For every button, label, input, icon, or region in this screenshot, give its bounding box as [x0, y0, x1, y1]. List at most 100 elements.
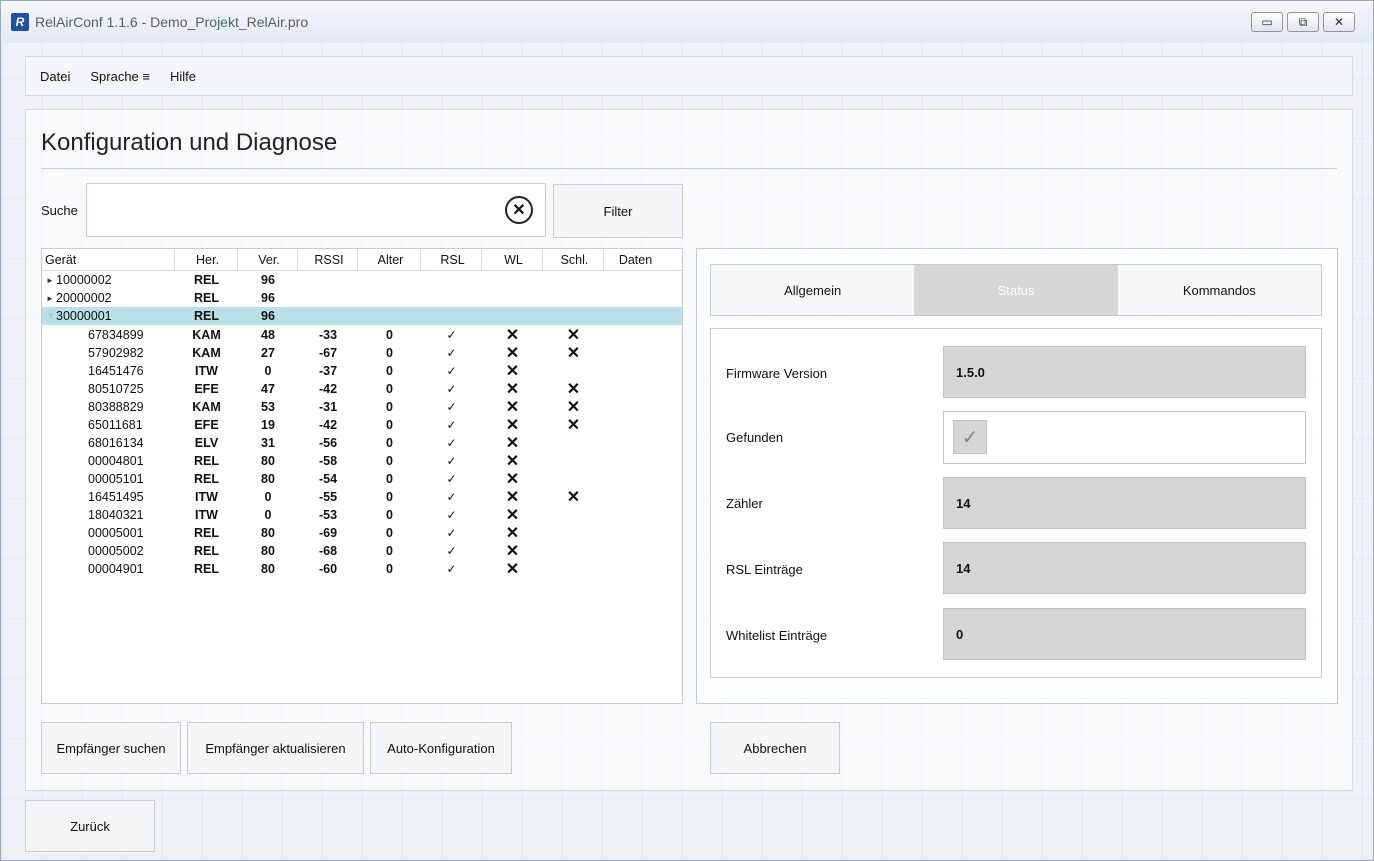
- device-id-cell: 00004901: [88, 562, 144, 576]
- device-id-cell: 00005001: [88, 526, 144, 540]
- search-input[interactable]: [86, 183, 546, 237]
- device-id-cell: 65011681: [88, 418, 143, 432]
- column-header[interactable]: Gerät: [42, 249, 175, 270]
- wl-cross-icon: ✕: [505, 525, 520, 542]
- wl-cross-icon: ✕: [505, 345, 520, 362]
- age-cell: 0: [386, 346, 393, 360]
- tree-row[interactable]: 68016134 ELV 31 -56 0 ✓ ✕: [42, 433, 682, 452]
- tree-row[interactable]: 80388829 KAM 53 -31 0 ✓ ✕ ✕: [42, 397, 682, 416]
- filter-button[interactable]: Filter: [553, 184, 683, 238]
- tab-commands[interactable]: Kommandos: [1118, 265, 1321, 315]
- minimize-button[interactable]: ▭: [1251, 12, 1283, 32]
- column-header[interactable]: Schl.: [543, 249, 604, 270]
- rsl-check-icon: ✓: [446, 346, 457, 360]
- menu-file[interactable]: Datei: [40, 69, 70, 84]
- back-button[interactable]: Zurück: [25, 800, 155, 852]
- tree-row[interactable]: ▼ 30000001 REL 96: [42, 307, 682, 325]
- wl-cross-icon: ✕: [505, 417, 520, 434]
- column-header[interactable]: Daten: [604, 249, 664, 270]
- column-header[interactable]: WL: [482, 249, 543, 270]
- version-cell: 53: [261, 400, 275, 414]
- update-receivers-button[interactable]: Empfänger aktualisieren: [187, 722, 364, 774]
- manufacturer-cell: ITW: [195, 364, 218, 378]
- version-cell: 31: [261, 436, 275, 450]
- schl-cross-icon: ✕: [566, 327, 581, 344]
- menu-help[interactable]: Hilfe: [170, 69, 196, 84]
- column-header[interactable]: Ver.: [238, 249, 298, 270]
- expand-right-icon[interactable]: ►: [46, 276, 56, 285]
- whitelist-entries-value: 0: [943, 608, 1306, 660]
- tree-row[interactable]: ► 10000002 REL 96: [42, 271, 682, 289]
- device-id-cell: ► 10000002: [42, 273, 175, 287]
- device-id-cell: ▼ 30000001: [42, 309, 175, 323]
- maximize-button[interactable]: ⧉: [1287, 12, 1319, 32]
- device-id-cell: 00004801: [88, 454, 144, 468]
- device-id-cell: 18040321: [88, 508, 144, 522]
- schl-cross-icon: ✕: [566, 381, 581, 398]
- tab-status[interactable]: Status: [914, 265, 1118, 315]
- tab-general[interactable]: Allgemein: [711, 265, 914, 315]
- expand-down-icon[interactable]: ▼: [46, 311, 56, 322]
- wl-cross-icon: ✕: [505, 381, 520, 398]
- age-cell: 0: [386, 382, 393, 396]
- version-cell: 0: [264, 490, 272, 504]
- tree-row[interactable]: 57902982 KAM 27 -67 0 ✓ ✕ ✕: [42, 343, 682, 362]
- device-id-cell: 16451495: [88, 490, 144, 504]
- age-cell: 0: [386, 418, 393, 432]
- age-cell: 0: [386, 436, 393, 450]
- tree-row[interactable]: ► 20000002 REL 96: [42, 289, 682, 307]
- column-header[interactable]: Alter: [358, 249, 421, 270]
- schl-cross-icon: ✕: [566, 345, 581, 362]
- firmware-label: Firmware Version: [726, 366, 828, 381]
- version-cell: 80: [261, 526, 275, 540]
- cancel-button[interactable]: Abbrechen: [710, 722, 840, 774]
- tree-row[interactable]: 16451476 ITW 0 -37 0 ✓ ✕: [42, 361, 682, 380]
- age-cell: 0: [386, 364, 393, 378]
- tree-row[interactable]: 18040321 ITW 0 -53 0 ✓ ✕: [42, 505, 682, 524]
- version-cell: 96: [261, 309, 275, 323]
- column-header[interactable]: RSSI: [298, 249, 358, 270]
- tree-row[interactable]: 65011681 EFE 19 -42 0 ✓ ✕ ✕: [42, 415, 682, 434]
- tree-row[interactable]: 00005001 REL 80 -69 0 ✓ ✕: [42, 523, 682, 542]
- rsl-check-icon: ✓: [446, 418, 457, 432]
- device-id-cell: 00005002: [88, 544, 144, 558]
- rsl-check-icon: ✓: [446, 454, 457, 468]
- tree-row[interactable]: 16451495 ITW 0 -55 0 ✓ ✕ ✕: [42, 487, 682, 506]
- wl-cross-icon: ✕: [505, 453, 520, 470]
- age-cell: 0: [386, 400, 393, 414]
- device-id-cell: 67834899: [88, 328, 144, 342]
- tree-row[interactable]: 00005101 REL 80 -54 0 ✓ ✕: [42, 469, 682, 488]
- tree-row[interactable]: 00004801 REL 80 -58 0 ✓ ✕: [42, 451, 682, 470]
- tree-row[interactable]: 00004901 REL 80 -60 0 ✓ ✕: [42, 559, 682, 578]
- rsl-check-icon: ✓: [446, 562, 457, 576]
- found-field: ✓: [943, 411, 1306, 464]
- version-cell: 19: [261, 418, 275, 432]
- tree-row[interactable]: 67834899 KAM 48 -33 0 ✓ ✕ ✕: [42, 325, 682, 344]
- close-button[interactable]: ✕: [1323, 12, 1355, 32]
- rssi-cell: -54: [318, 472, 338, 486]
- column-header[interactable]: RSL: [421, 249, 482, 270]
- auto-config-button[interactable]: Auto-Konfiguration: [370, 722, 512, 774]
- counter-label: Zähler: [726, 496, 763, 511]
- column-header[interactable]: Her.: [175, 249, 238, 270]
- wl-cross-icon: ✕: [505, 435, 520, 452]
- rssi-cell: -55: [318, 490, 338, 504]
- clear-search-icon[interactable]: ✕: [505, 196, 533, 224]
- tree-row[interactable]: 80510725 EFE 47 -42 0 ✓ ✕ ✕: [42, 379, 682, 398]
- device-tree[interactable]: Gerät Her. Ver. RSSI Alter RSL WL Schl. …: [41, 248, 683, 704]
- device-id: 10000002: [56, 273, 112, 287]
- manufacturer-cell: REL: [194, 562, 219, 576]
- rssi-cell: -33: [318, 328, 338, 342]
- tree-body: ► 10000002 REL 96 ► 20000002 REL 96 ▼ 30000001 REL…: [42, 271, 682, 578]
- age-cell: 0: [386, 472, 393, 486]
- rsl-check-icon: ✓: [446, 508, 457, 522]
- search-receivers-button[interactable]: Empfänger suchen: [41, 722, 181, 774]
- manufacturer-cell: REL: [194, 291, 219, 305]
- expand-right-icon[interactable]: ►: [46, 294, 56, 303]
- rssi-cell: -42: [318, 382, 338, 396]
- tree-row[interactable]: 00005002 REL 80 -68 0 ✓ ✕: [42, 541, 682, 560]
- rsl-check-icon: ✓: [446, 382, 457, 396]
- schl-cross-icon: ✕: [566, 399, 581, 416]
- found-label: Gefunden: [726, 430, 784, 445]
- menu-language[interactable]: Sprache ≡: [90, 69, 150, 84]
